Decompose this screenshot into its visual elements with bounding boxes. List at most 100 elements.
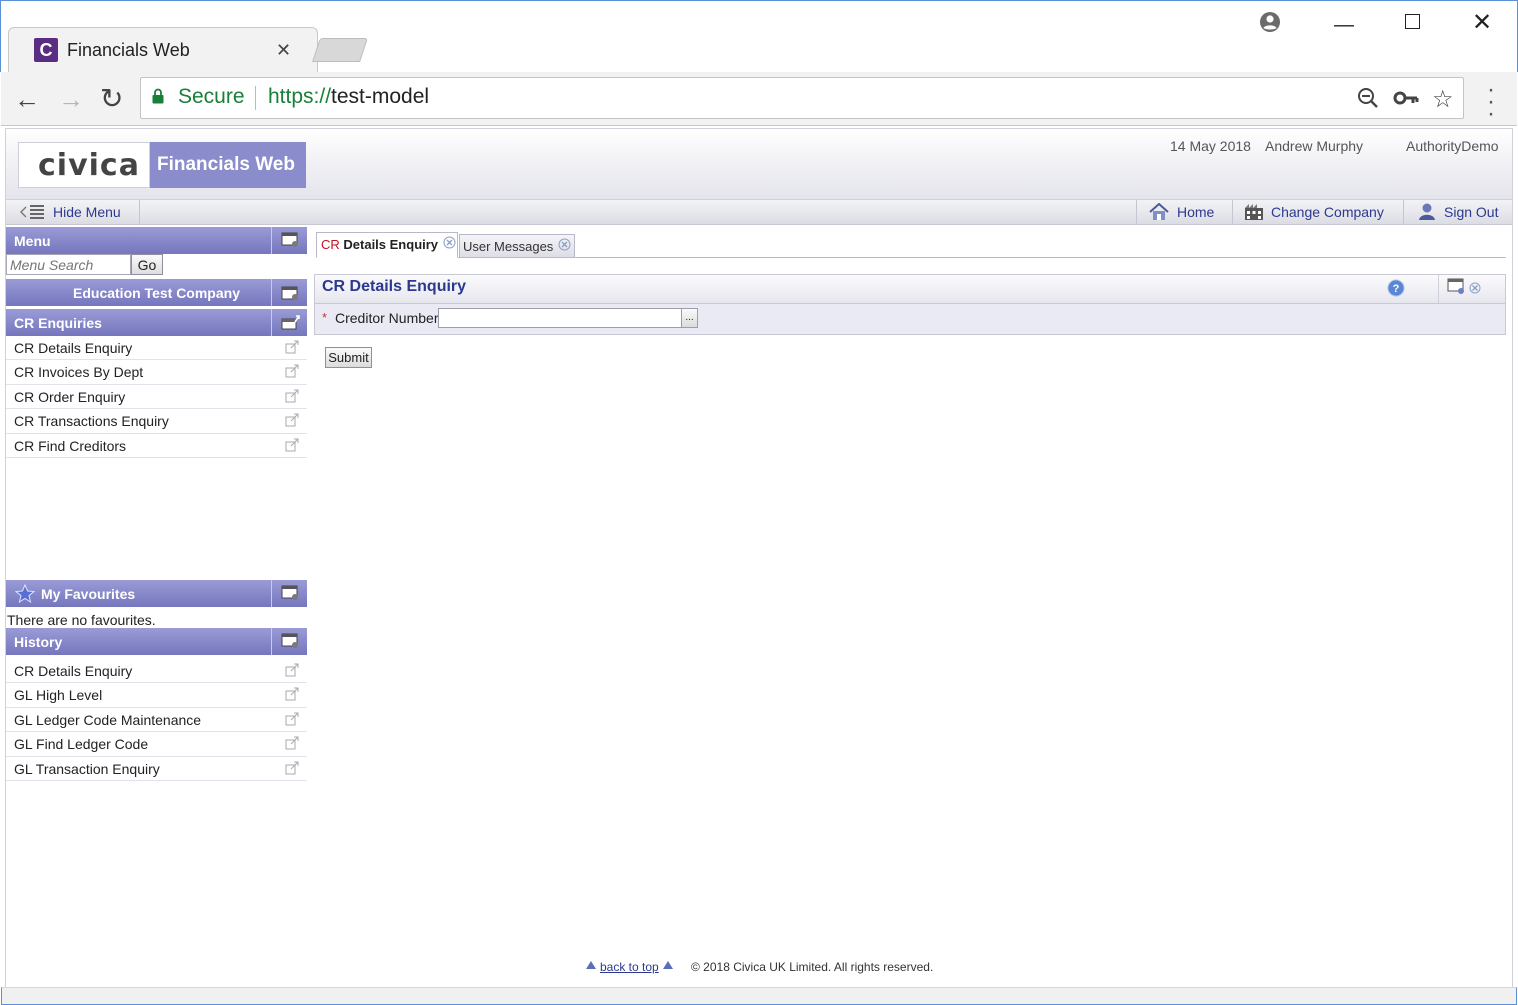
menu-panel-title: Menu bbox=[14, 233, 51, 249]
sidebar-item-cr-order-enquiry[interactable]: CR Order Enquiry bbox=[6, 385, 307, 410]
open-window-icon[interactable] bbox=[285, 413, 299, 427]
history-item-label: GL Ledger Code Maintenance bbox=[14, 711, 202, 728]
sidebar-item-cr-details-enquiry[interactable]: CR Details Enquiry bbox=[6, 336, 307, 361]
cr-enquiries-open[interactable] bbox=[271, 309, 307, 336]
logo-text: civica bbox=[38, 148, 140, 183]
submit-button[interactable]: Submit bbox=[325, 347, 372, 368]
secure-label: Secure bbox=[178, 85, 245, 108]
home-icon[interactable] bbox=[1149, 203, 1169, 221]
history-item-gl-find-ledger-code[interactable]: GL Find Ledger Code bbox=[6, 732, 307, 757]
account-icon[interactable] bbox=[1258, 10, 1282, 34]
open-window-icon[interactable] bbox=[285, 712, 299, 726]
folder-up-icon[interactable] bbox=[281, 314, 301, 330]
forward-arrow-icon[interactable]: → bbox=[58, 84, 84, 115]
up-arrow-icon bbox=[663, 961, 673, 969]
history-item-gl-high-level[interactable]: GL High Level bbox=[6, 683, 307, 708]
up-arrow-icon bbox=[586, 961, 596, 969]
favourites-title: My Favourites bbox=[41, 586, 136, 602]
open-window-icon[interactable] bbox=[285, 438, 299, 452]
url-text[interactable]: https://test-model bbox=[268, 85, 429, 109]
star-icon bbox=[15, 584, 35, 603]
copyright-text: © 2018 Civica UK Limited. All rights res… bbox=[691, 960, 934, 974]
header-user: Andrew Murphy bbox=[1265, 138, 1364, 154]
favourites-panel-toggle[interactable] bbox=[271, 580, 307, 607]
tab-close-icon[interactable] bbox=[558, 238, 571, 251]
window-close-icon[interactable]: ✕ bbox=[1472, 8, 1492, 37]
window-bottom-edge bbox=[1, 987, 1517, 1005]
favicon-icon: C bbox=[34, 38, 58, 62]
panel-window-icon[interactable] bbox=[281, 232, 299, 248]
history-header: History bbox=[6, 628, 307, 655]
menu-item-label: CR Find Creditors bbox=[14, 437, 127, 454]
home-link[interactable]: Home bbox=[1177, 204, 1214, 220]
required-indicator: * bbox=[322, 310, 328, 325]
open-window-icon[interactable] bbox=[285, 663, 299, 677]
history-item-gl-ledger-code-maintenance[interactable]: GL Ledger Code Maintenance bbox=[6, 708, 307, 733]
menu-item-label: CR Transactions Enquiry bbox=[14, 413, 169, 430]
form-title: CR Details Enquiry bbox=[322, 278, 467, 295]
header-authority: AuthorityDemo bbox=[1406, 138, 1499, 154]
panel-window-icon[interactable] bbox=[281, 284, 299, 300]
menu-panel-toggle[interactable] bbox=[271, 227, 307, 254]
hide-menu-icon[interactable] bbox=[20, 204, 46, 220]
history-item-label: GL Find Ledger Code bbox=[14, 736, 149, 753]
menu-search-go-button[interactable]: Go bbox=[131, 254, 163, 275]
key-icon[interactable] bbox=[1393, 88, 1419, 108]
menu-search-input[interactable] bbox=[6, 254, 131, 275]
form-header-separator bbox=[1438, 275, 1439, 303]
cr-enquiries-list: CR Details Enquiry CR Invoices By Dept C… bbox=[6, 336, 307, 458]
hide-menu-label[interactable]: Hide Menu bbox=[53, 204, 121, 220]
minimize-icon[interactable]: — bbox=[1334, 14, 1354, 37]
creditor-lookup-button[interactable]: ... bbox=[681, 308, 698, 328]
history-item-gl-transaction-enquiry[interactable]: GL Transaction Enquiry bbox=[6, 757, 307, 781]
maximize-icon[interactable] bbox=[1405, 14, 1420, 29]
back-to-top-link[interactable]: back to top bbox=[600, 960, 659, 974]
url-scheme: https:// bbox=[268, 85, 332, 108]
tab-user-messages-label[interactable]: User Messages bbox=[463, 239, 553, 254]
open-window-icon[interactable] bbox=[285, 340, 299, 354]
creditor-number-input[interactable] bbox=[438, 308, 682, 328]
sidebar-item-cr-find-creditors[interactable]: CR Find Creditors bbox=[6, 434, 307, 458]
sign-out-user-icon[interactable] bbox=[1417, 202, 1437, 221]
history-item-cr-details-enquiry[interactable]: CR Details Enquiry bbox=[6, 659, 307, 684]
company-panel-toggle[interactable] bbox=[271, 279, 307, 306]
tab-close-icon[interactable]: ✕ bbox=[276, 38, 291, 62]
cr-enquiries-header[interactable]: CR Enquiries bbox=[6, 309, 307, 336]
open-window-icon[interactable] bbox=[285, 736, 299, 750]
help-icon[interactable]: ? bbox=[1387, 279, 1405, 297]
creditor-number-label: Creditor Number bbox=[335, 310, 439, 326]
building-icon[interactable] bbox=[1244, 203, 1264, 221]
form-close-icon[interactable] bbox=[1469, 282, 1481, 294]
sign-out-link[interactable]: Sign Out bbox=[1444, 204, 1498, 220]
bookmark-star-icon[interactable]: ☆ bbox=[1432, 85, 1454, 114]
browser-menu-icon[interactable]: · · · bbox=[1484, 78, 1498, 126]
company-name: Education Test Company bbox=[73, 285, 240, 301]
company-header: Education Test Company bbox=[6, 279, 307, 306]
change-company-link[interactable]: Change Company bbox=[1271, 204, 1384, 220]
open-window-icon[interactable] bbox=[285, 687, 299, 701]
tab-rest: Details Enquiry bbox=[339, 237, 439, 252]
new-tab-button[interactable] bbox=[312, 38, 368, 62]
reload-icon[interactable]: ↻ bbox=[100, 82, 123, 115]
tab-close-icon[interactable] bbox=[443, 236, 456, 249]
form-header bbox=[314, 274, 1506, 304]
history-item-label: GL High Level bbox=[14, 687, 103, 704]
new-window-icon[interactable] bbox=[1447, 278, 1465, 295]
tab-prefix: CR bbox=[321, 237, 340, 252]
open-window-icon[interactable] bbox=[285, 364, 299, 378]
panel-window-icon[interactable] bbox=[281, 585, 299, 601]
nav-separator bbox=[1232, 200, 1233, 224]
sidebar-item-cr-invoices-by-dept[interactable]: CR Invoices By Dept bbox=[6, 360, 307, 385]
panel-window-icon[interactable] bbox=[281, 633, 299, 649]
history-panel-toggle[interactable] bbox=[271, 628, 307, 655]
favourites-header: My Favourites bbox=[6, 580, 307, 607]
open-window-icon[interactable] bbox=[285, 761, 299, 775]
svg-text:?: ? bbox=[1393, 283, 1400, 295]
tab-cr-details-label[interactable]: CR Details Enquiry bbox=[321, 237, 438, 252]
menu-item-label: CR Details Enquiry bbox=[14, 340, 133, 356]
sidebar-item-cr-transactions-enquiry[interactable]: CR Transactions Enquiry bbox=[6, 409, 307, 434]
menu-panel-header: Menu bbox=[6, 227, 307, 254]
open-window-icon[interactable] bbox=[285, 389, 299, 403]
back-arrow-icon[interactable]: ← bbox=[14, 84, 40, 115]
zoom-out-icon[interactable] bbox=[1356, 86, 1380, 110]
